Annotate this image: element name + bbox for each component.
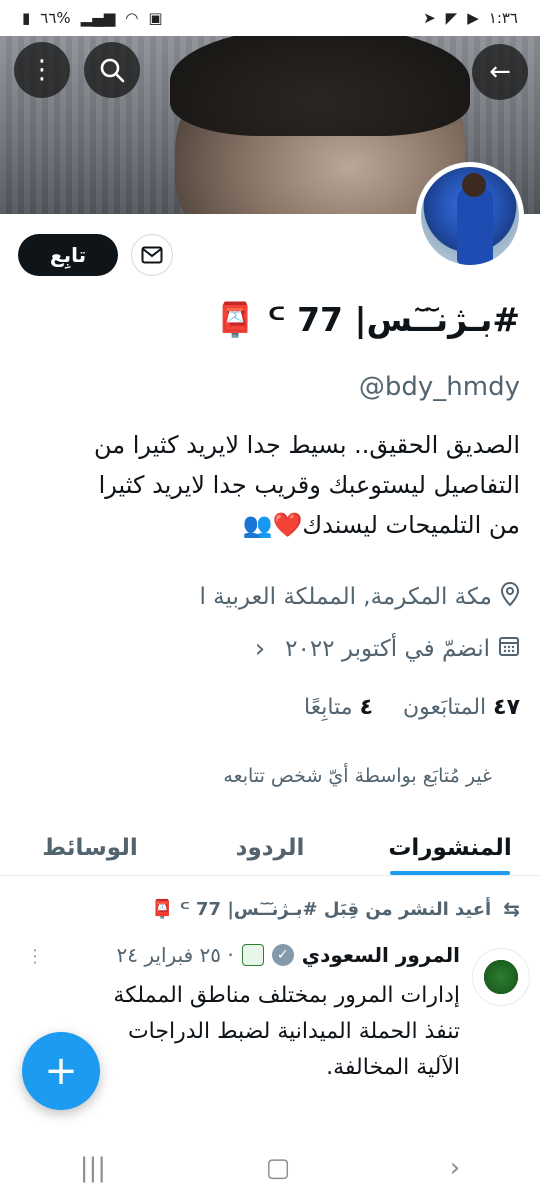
home-icon[interactable]: ▢ <box>266 1153 291 1183</box>
display-name: #بـژنـٓـٓس| 77 ᒼ 📮 <box>214 300 520 339</box>
followers-link[interactable]: ٤٧ المتابَعون <box>403 695 520 720</box>
verified-badge-icon: ✓ <box>271 944 294 966</box>
wifi-icon: ◠ <box>125 9 139 27</box>
tab-media[interactable]: الوسائط <box>0 820 180 875</box>
retweet-icon: ⇆ <box>503 897 520 921</box>
back-nav-icon[interactable]: › <box>450 1153 460 1183</box>
tweet-line: تنفذ الحملة الميدانية لضبط الدراجات <box>127 1019 460 1044</box>
send-icon: ➤ <box>423 9 436 27</box>
status-left: ▮ ٦٦% ▂▄▆ ◠ ▣ <box>22 9 163 27</box>
following-count: ٤ <box>359 695 373 720</box>
retweet-context: ⇆ أعيد النشر من قِبَل #بـژنـٓـٓس| 77 ᒼ 📮 <box>151 897 520 921</box>
clock: ١:٣٦ <box>488 9 518 27</box>
bio-line: التفاصيل ليستوعبك وقريب جدا لايريد كثيرا <box>98 471 520 499</box>
media-icon: ▶ <box>467 9 479 27</box>
location-pin-icon <box>500 581 520 612</box>
follow-button[interactable]: تابِع <box>18 234 118 276</box>
search-button[interactable] <box>84 42 140 98</box>
retweet-text[interactable]: أعيد النشر من قِبَل #بـژنـٓـٓس| 77 ᒼ 📮 <box>151 899 491 920</box>
bio-line: من التلميحات ليسندك❤️👥 <box>242 511 520 539</box>
profile-avatar[interactable] <box>416 162 524 270</box>
tweet-date: · ٢٥ فبراير ٢٤ <box>116 943 234 967</box>
tweet-line: إدارات المرور بمختلف مناطق المملكة <box>113 983 460 1008</box>
tweet-line: الآلية المخالفة. <box>326 1055 460 1080</box>
profile-tabs: المنشورات الردود الوسائط <box>0 820 540 876</box>
followers-count: ٤٧ <box>493 695 520 720</box>
traffic-logo-icon <box>481 957 521 997</box>
followers-label: المتابَعون <box>403 695 487 720</box>
notification-icon: ▣ <box>148 9 163 27</box>
banner-hair <box>170 36 470 136</box>
avatar-player-head <box>462 173 486 197</box>
battery-level: ٦٦% <box>40 9 71 27</box>
bio: الصديق الحقيق.. بسيط جدا لايريد كثيرا من… <box>20 425 520 545</box>
compose-button[interactable]: + <box>22 1032 100 1110</box>
tab-replies[interactable]: الردود <box>180 820 360 875</box>
mail-icon <box>141 246 163 264</box>
recent-apps-icon[interactable]: ||| <box>80 1153 106 1183</box>
plus-icon: + <box>44 1048 78 1094</box>
joined-text: انضمّ في أكتوبر ٢٠٢٢ <box>285 636 490 662</box>
back-button[interactable]: ← <box>472 44 528 100</box>
message-button[interactable] <box>131 234 173 276</box>
following-label: متابِعًا <box>303 695 353 720</box>
tweet-more-icon[interactable]: ⋮ <box>26 946 44 967</box>
following-link[interactable]: ٤ متابِعًا <box>304 695 373 720</box>
battery-icon: ▮ <box>22 9 31 27</box>
more-button[interactable]: ⋮ <box>14 42 70 98</box>
status-bar: ▮ ٦٦% ▂▄▆ ◠ ▣ ➤ ◤ ▶ ١:٣٦ <box>0 0 540 36</box>
tweet-header: المرور السعودي ✓ · ٢٥ فبراير ٢٤ <box>117 943 460 967</box>
system-nav-bar: ||| ▢ › <box>0 1135 540 1200</box>
more-vertical-icon: ⋮ <box>29 55 55 85</box>
calendar-icon <box>498 635 520 663</box>
not-followed-notice: غير مُتابَع بواسطة أيّ شخص تتابعه <box>223 765 492 787</box>
location-status-icon: ◤ <box>445 9 458 27</box>
signal-icon: ▂▄▆ <box>80 9 116 27</box>
follow-stats: ٤٧ المتابَعون ٤ متابِعًا <box>304 695 520 720</box>
tab-posts[interactable]: المنشورات <box>360 820 540 875</box>
avatar-player-body <box>457 185 493 265</box>
tweet-text[interactable]: إدارات المرور بمختلف مناطق المملكة تنفذ … <box>40 978 460 1086</box>
handle: @bdy_hmdy <box>358 372 520 402</box>
search-icon <box>100 58 125 83</box>
status-right: ➤ ◤ ▶ ١:٣٦ <box>423 9 518 27</box>
tweet-author-avatar[interactable] <box>472 948 530 1006</box>
organization-badge-icon <box>241 944 264 966</box>
back-arrow-icon: ← <box>489 57 511 87</box>
bio-line: الصديق الحقيق.. بسيط جدا لايريد كثيرا من <box>93 431 520 459</box>
chevron-left-icon: ‹ <box>254 634 266 664</box>
location-text: مكة المكرمة, المملكة العربية ا <box>199 584 492 610</box>
tweet-author-name[interactable]: المرور السعودي <box>302 943 460 967</box>
location-row: مكة المكرمة, المملكة العربية ا <box>199 581 520 612</box>
joined-row[interactable]: انضمّ في أكتوبر ٢٠٢٢ ‹ <box>255 634 520 664</box>
